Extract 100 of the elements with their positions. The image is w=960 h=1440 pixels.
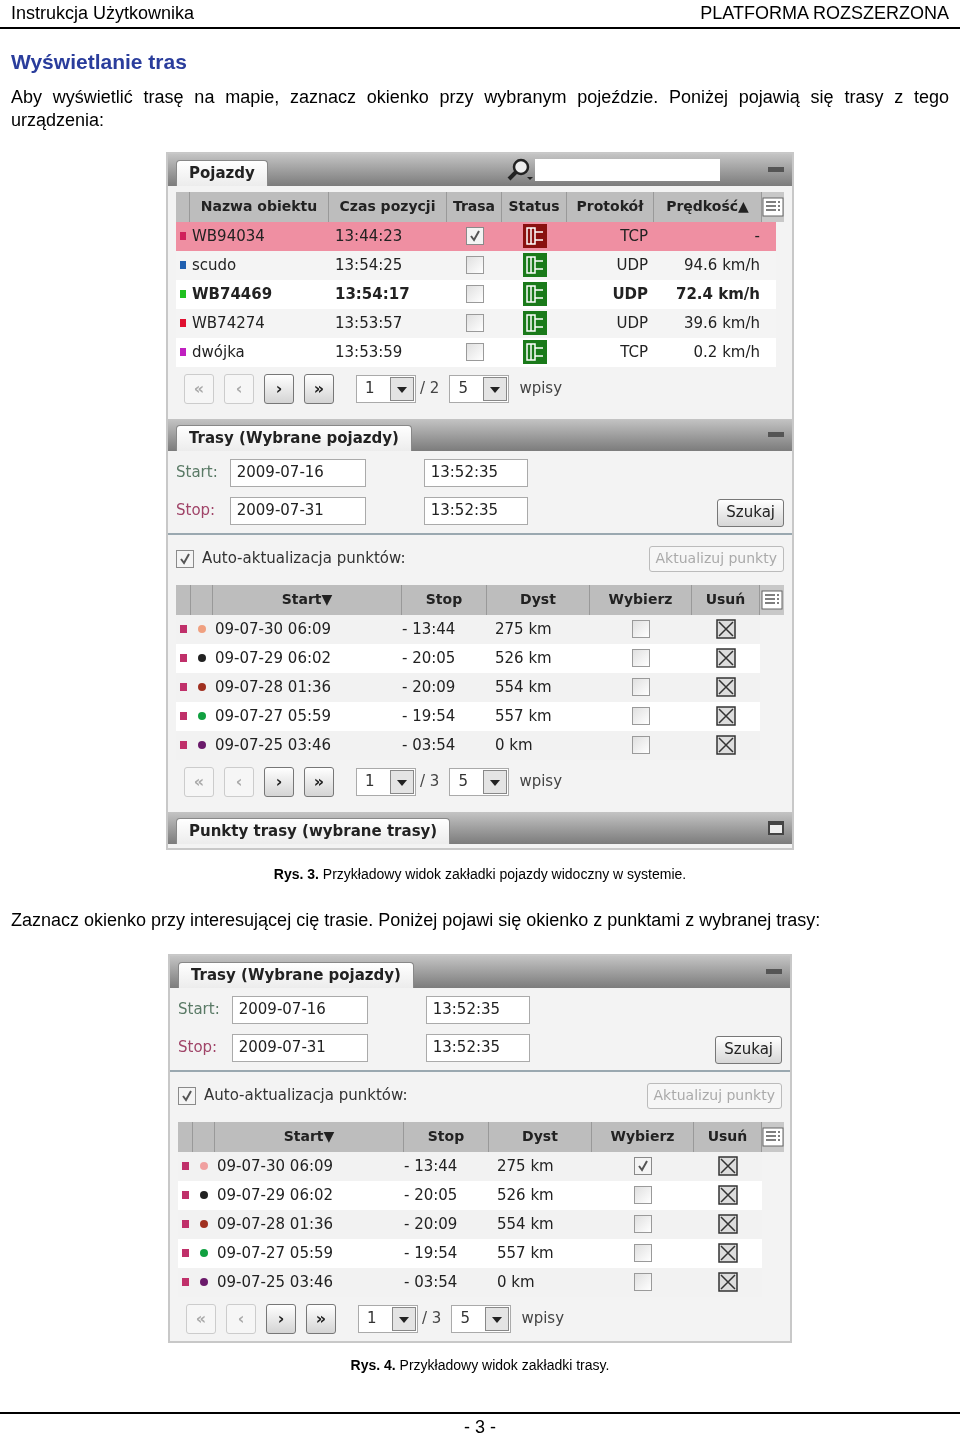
- input-field[interactable]: 13:52:35: [425, 995, 530, 1024]
- column-header[interactable]: Stop: [402, 584, 487, 615]
- table-row[interactable]: 09-07-29 06:02 - 20:05 526 km: [178, 1180, 762, 1210]
- minimize-icon[interactable]: [768, 431, 784, 438]
- search-field[interactable]: [535, 158, 720, 181]
- checkbox[interactable]: [465, 314, 484, 332]
- table-cell-text: UDP: [616, 312, 648, 334]
- input-field[interactable]: 13:52:35: [425, 1033, 530, 1062]
- pager-button[interactable]: »: [306, 1303, 336, 1334]
- column-header[interactable]: Wybierz: [590, 584, 692, 615]
- column-header[interactable]: Status: [502, 191, 567, 222]
- checkbox[interactable]: [632, 649, 650, 667]
- column-header[interactable]: Trasa: [447, 191, 502, 222]
- column-header[interactable]: Start▼: [213, 584, 402, 615]
- pager-button[interactable]: »: [304, 766, 334, 797]
- dropdown[interactable]: 5: [451, 1304, 512, 1333]
- table-cell-text: 94.6 km/h: [683, 254, 760, 276]
- checkbox[interactable]: [465, 256, 484, 274]
- delete-icon[interactable]: [718, 1185, 738, 1205]
- table-row[interactable]: 09-07-27 05:59 - 19:54 557 km: [178, 1238, 762, 1268]
- checkbox[interactable]: [176, 549, 194, 568]
- search-button[interactable]: Szukaj: [717, 498, 784, 527]
- column-header[interactable]: Dyst: [489, 1121, 592, 1152]
- column-menu-icon[interactable]: [762, 196, 784, 217]
- delete-icon[interactable]: [718, 1156, 738, 1176]
- minimize-icon[interactable]: [766, 968, 782, 975]
- delete-icon[interactable]: [718, 1272, 738, 1292]
- delete-icon[interactable]: [716, 648, 736, 668]
- dropdown[interactable]: 1: [356, 767, 416, 796]
- table-cell: 09-07-29 06:02: [215, 648, 332, 667]
- start-label: Start:: [178, 998, 220, 1020]
- column-header[interactable]: Stop: [404, 1121, 489, 1152]
- checkbox[interactable]: [632, 736, 650, 754]
- checkbox[interactable]: [465, 343, 484, 361]
- page-count: / 3: [420, 771, 440, 793]
- column-header[interactable]: Protokół: [567, 191, 654, 222]
- panel-tab[interactable]: Punkty trasy (wybrane trasy): [176, 817, 451, 844]
- checkbox[interactable]: [634, 1273, 652, 1291]
- search-button[interactable]: Szukaj: [715, 1035, 782, 1064]
- pager-button[interactable]: ›: [264, 373, 294, 404]
- delete-icon[interactable]: [716, 619, 736, 639]
- table-cell: 09-07-25 03:46: [215, 735, 332, 754]
- delete-icon[interactable]: [718, 1243, 738, 1263]
- pager-button[interactable]: ›: [264, 766, 294, 797]
- minimize-icon[interactable]: [768, 166, 784, 173]
- delete-icon[interactable]: [716, 677, 736, 697]
- document-section: PLATFORMA ROZSZERZONA: [700, 0, 949, 27]
- table-cell: 09-07-28 01:36: [215, 677, 332, 696]
- table-row[interactable]: 09-07-29 06:02 - 20:05 526 km: [176, 643, 760, 673]
- dropdown[interactable]: 1: [356, 374, 416, 403]
- checkbox[interactable]: [632, 620, 650, 638]
- table-cell-text: UDP: [616, 254, 648, 276]
- column-menu-icon[interactable]: [761, 589, 783, 610]
- input-field[interactable]: 13:52:35: [423, 458, 528, 487]
- maximize-icon[interactable]: [768, 820, 784, 835]
- checkbox[interactable]: [465, 285, 484, 303]
- input-field[interactable]: 13:52:35: [423, 496, 528, 525]
- panel-tab[interactable]: Pojazdy: [176, 159, 268, 186]
- delete-icon[interactable]: [718, 1214, 738, 1234]
- column-header[interactable]: Dyst: [487, 584, 590, 615]
- table-cell: 13:53:57: [335, 313, 403, 332]
- table-row[interactable]: WB94034 13:44:23 TCP -: [176, 221, 776, 251]
- pager-button[interactable]: »: [304, 373, 334, 404]
- table-row[interactable]: WB74469 13:54:17 UDP 72.4 km/h: [176, 279, 776, 309]
- checkbox[interactable]: [465, 227, 484, 245]
- input-field[interactable]: 2009-07-31: [229, 496, 366, 525]
- stop-label: Stop:: [176, 499, 217, 521]
- column-header[interactable]: Start▼: [215, 1121, 404, 1152]
- dropdown[interactable]: 5: [449, 374, 510, 403]
- table-cell-text: TCP: [620, 341, 648, 363]
- table-row[interactable]: 09-07-27 05:59 - 19:54 557 km: [176, 701, 760, 731]
- input-field[interactable]: 2009-07-31: [231, 1033, 368, 1062]
- delete-icon[interactable]: [716, 735, 736, 755]
- search-icon[interactable]: [507, 157, 533, 182]
- checkbox[interactable]: [634, 1186, 652, 1204]
- table-row[interactable]: dwójka 13:53:59 TCP 0.2 km/h: [176, 337, 776, 367]
- column-menu-icon[interactable]: [762, 1126, 784, 1147]
- caret-icon: [485, 1306, 510, 1331]
- checkbox[interactable]: [634, 1157, 652, 1175]
- route-marker: [182, 1191, 189, 1199]
- checkbox[interactable]: [632, 707, 650, 725]
- input-field[interactable]: 2009-07-16: [231, 995, 368, 1024]
- column-header[interactable]: Wybierz: [592, 1121, 694, 1152]
- section-heading: Wyświetlanie tras: [11, 49, 188, 75]
- pager-button[interactable]: ›: [266, 1303, 296, 1334]
- checkbox[interactable]: [634, 1215, 652, 1233]
- dropdown[interactable]: 1: [358, 1304, 418, 1333]
- input-field[interactable]: 2009-07-16: [229, 458, 366, 487]
- caret-icon: [483, 769, 508, 794]
- dropdown[interactable]: 5: [449, 767, 510, 796]
- table-cell: 13:44:23: [335, 226, 403, 245]
- column-header[interactable]: Nazwa obiektu: [190, 191, 329, 222]
- checkbox[interactable]: [634, 1244, 652, 1262]
- checkbox[interactable]: [178, 1086, 196, 1105]
- panel-tab[interactable]: Trasy (Wybrane pojazdy): [178, 961, 414, 988]
- column-header[interactable]: Czas pozycji: [329, 191, 447, 222]
- panel-tab[interactable]: Trasy (Wybrane pojazdy): [176, 424, 412, 451]
- table-cell: 09-07-30 06:09: [215, 619, 332, 638]
- checkbox[interactable]: [632, 678, 650, 696]
- delete-icon[interactable]: [716, 706, 736, 726]
